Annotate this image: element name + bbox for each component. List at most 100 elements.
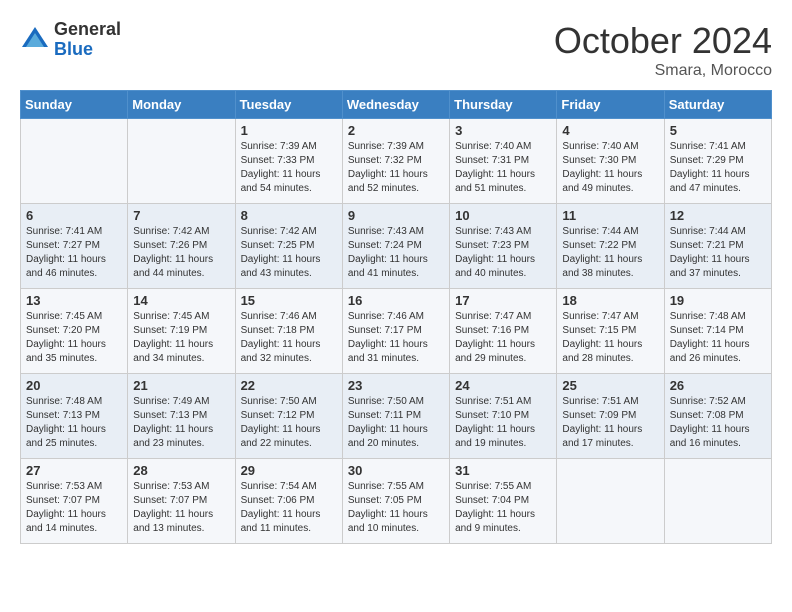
day-number: 9 — [348, 208, 444, 223]
day-number: 30 — [348, 463, 444, 478]
day-info: Sunrise: 7:53 AM Sunset: 7:07 PM Dayligh… — [26, 480, 122, 536]
day-info: Sunrise: 7:45 AM Sunset: 7:20 PM Dayligh… — [26, 310, 122, 366]
calendar-cell: 6 Sunrise: 7:41 AM Sunset: 7:27 PM Daylig… — [21, 204, 128, 289]
calendar-cell — [21, 119, 128, 204]
day-info: Sunrise: 7:40 AM Sunset: 7:31 PM Dayligh… — [455, 140, 551, 196]
calendar-cell: 14 Sunrise: 7:45 AM Sunset: 7:19 PM Dayli… — [128, 289, 235, 374]
day-number: 20 — [26, 378, 122, 393]
calendar-cell: 29 Sunrise: 7:54 AM Sunset: 7:06 PM Dayli… — [235, 459, 342, 544]
day-info: Sunrise: 7:47 AM Sunset: 7:16 PM Dayligh… — [455, 310, 551, 366]
day-number: 1 — [241, 123, 337, 138]
logo-icon — [20, 25, 50, 55]
day-number: 27 — [26, 463, 122, 478]
day-info: Sunrise: 7:52 AM Sunset: 7:08 PM Dayligh… — [670, 395, 766, 451]
location: Smara, Morocco — [554, 62, 772, 80]
calendar-cell: 13 Sunrise: 7:45 AM Sunset: 7:20 PM Dayli… — [21, 289, 128, 374]
calendar-cell: 25Sunrise: 7:51 AM Sunset: 7:09 PM Dayli… — [557, 374, 664, 459]
calendar-cell: 8 Sunrise: 7:42 AM Sunset: 7:25 PM Daylig… — [235, 204, 342, 289]
day-info: Sunrise: 7:46 AM Sunset: 7:18 PM Dayligh… — [241, 310, 337, 366]
calendar-cell: 15Sunrise: 7:46 AM Sunset: 7:18 PM Dayli… — [235, 289, 342, 374]
day-number: 31 — [455, 463, 551, 478]
calendar-cell: 1 Sunrise: 7:39 AM Sunset: 7:33 PM Daylig… — [235, 119, 342, 204]
day-number: 14 — [133, 293, 229, 308]
day-info: Sunrise: 7:43 AM Sunset: 7:23 PM Dayligh… — [455, 225, 551, 281]
calendar-cell: 31 Sunrise: 7:55 AM Sunset: 7:04 PM Dayli… — [450, 459, 557, 544]
week-row-2: 6 Sunrise: 7:41 AM Sunset: 7:27 PM Daylig… — [21, 204, 772, 289]
week-row-3: 13 Sunrise: 7:45 AM Sunset: 7:20 PM Dayli… — [21, 289, 772, 374]
day-info: Sunrise: 7:46 AM Sunset: 7:17 PM Dayligh… — [348, 310, 444, 366]
day-info: Sunrise: 7:41 AM Sunset: 7:27 PM Dayligh… — [26, 225, 122, 281]
day-info: Sunrise: 7:47 AM Sunset: 7:15 PM Dayligh… — [562, 310, 658, 366]
day-header-monday: Monday — [128, 91, 235, 119]
day-number: 11 — [562, 208, 658, 223]
day-info: Sunrise: 7:39 AM Sunset: 7:33 PM Dayligh… — [241, 140, 337, 196]
day-header-wednesday: Wednesday — [342, 91, 449, 119]
day-info: Sunrise: 7:42 AM Sunset: 7:25 PM Dayligh… — [241, 225, 337, 281]
day-info: Sunrise: 7:40 AM Sunset: 7:30 PM Dayligh… — [562, 140, 658, 196]
header-row: SundayMondayTuesdayWednesdayThursdayFrid… — [21, 91, 772, 119]
day-info: Sunrise: 7:49 AM Sunset: 7:13 PM Dayligh… — [133, 395, 229, 451]
day-info: Sunrise: 7:42 AM Sunset: 7:26 PM Dayligh… — [133, 225, 229, 281]
calendar-cell: 5 Sunrise: 7:41 AM Sunset: 7:29 PM Daylig… — [664, 119, 771, 204]
day-info: Sunrise: 7:55 AM Sunset: 7:04 PM Dayligh… — [455, 480, 551, 536]
calendar-cell: 24 Sunrise: 7:51 AM Sunset: 7:10 PM Dayli… — [450, 374, 557, 459]
calendar-cell: 27 Sunrise: 7:53 AM Sunset: 7:07 PM Dayli… — [21, 459, 128, 544]
calendar-cell: 28 Sunrise: 7:53 AM Sunset: 7:07 PM Dayli… — [128, 459, 235, 544]
calendar-cell — [664, 459, 771, 544]
day-info: Sunrise: 7:39 AM Sunset: 7:32 PM Dayligh… — [348, 140, 444, 196]
calendar-cell: 3 Sunrise: 7:40 AM Sunset: 7:31 PM Daylig… — [450, 119, 557, 204]
day-number: 7 — [133, 208, 229, 223]
calendar-cell: 11Sunrise: 7:44 AM Sunset: 7:22 PM Dayli… — [557, 204, 664, 289]
day-number: 8 — [241, 208, 337, 223]
day-header-thursday: Thursday — [450, 91, 557, 119]
calendar-cell: 10 Sunrise: 7:43 AM Sunset: 7:23 PM Dayli… — [450, 204, 557, 289]
day-number: 18 — [562, 293, 658, 308]
calendar-cell: 22 Sunrise: 7:50 AM Sunset: 7:12 PM Dayli… — [235, 374, 342, 459]
day-info: Sunrise: 7:54 AM Sunset: 7:06 PM Dayligh… — [241, 480, 337, 536]
calendar-cell: 9 Sunrise: 7:43 AM Sunset: 7:24 PM Daylig… — [342, 204, 449, 289]
calendar-table: SundayMondayTuesdayWednesdayThursdayFrid… — [20, 90, 772, 544]
day-number: 24 — [455, 378, 551, 393]
day-info: Sunrise: 7:41 AM Sunset: 7:29 PM Dayligh… — [670, 140, 766, 196]
day-number: 19 — [670, 293, 766, 308]
day-number: 29 — [241, 463, 337, 478]
day-header-friday: Friday — [557, 91, 664, 119]
day-number: 16 — [348, 293, 444, 308]
calendar-cell: 20Sunrise: 7:48 AM Sunset: 7:13 PM Dayli… — [21, 374, 128, 459]
calendar-cell: 30Sunrise: 7:55 AM Sunset: 7:05 PM Dayli… — [342, 459, 449, 544]
day-number: 6 — [26, 208, 122, 223]
week-row-5: 27 Sunrise: 7:53 AM Sunset: 7:07 PM Dayli… — [21, 459, 772, 544]
calendar-cell: 18 Sunrise: 7:47 AM Sunset: 7:15 PM Dayli… — [557, 289, 664, 374]
day-number: 4 — [562, 123, 658, 138]
day-number: 26 — [670, 378, 766, 393]
day-info: Sunrise: 7:53 AM Sunset: 7:07 PM Dayligh… — [133, 480, 229, 536]
calendar-cell: 19Sunrise: 7:48 AM Sunset: 7:14 PM Dayli… — [664, 289, 771, 374]
calendar-cell — [557, 459, 664, 544]
day-number: 22 — [241, 378, 337, 393]
logo-text: General Blue — [54, 20, 121, 60]
calendar-cell: 2 Sunrise: 7:39 AM Sunset: 7:32 PM Daylig… — [342, 119, 449, 204]
calendar-cell: 17 Sunrise: 7:47 AM Sunset: 7:16 PM Dayli… — [450, 289, 557, 374]
logo-line1: General — [54, 20, 121, 40]
calendar-cell: 7 Sunrise: 7:42 AM Sunset: 7:26 PM Daylig… — [128, 204, 235, 289]
day-info: Sunrise: 7:45 AM Sunset: 7:19 PM Dayligh… — [133, 310, 229, 366]
day-number: 23 — [348, 378, 444, 393]
week-row-1: 1 Sunrise: 7:39 AM Sunset: 7:33 PM Daylig… — [21, 119, 772, 204]
day-info: Sunrise: 7:51 AM Sunset: 7:10 PM Dayligh… — [455, 395, 551, 451]
day-number: 2 — [348, 123, 444, 138]
day-number: 17 — [455, 293, 551, 308]
calendar-cell: 21Sunrise: 7:49 AM Sunset: 7:13 PM Dayli… — [128, 374, 235, 459]
logo: General Blue — [20, 20, 121, 60]
day-number: 28 — [133, 463, 229, 478]
day-number: 3 — [455, 123, 551, 138]
calendar-cell — [128, 119, 235, 204]
day-number: 13 — [26, 293, 122, 308]
day-header-saturday: Saturday — [664, 91, 771, 119]
day-info: Sunrise: 7:50 AM Sunset: 7:12 PM Dayligh… — [241, 395, 337, 451]
calendar-cell: 12Sunrise: 7:44 AM Sunset: 7:21 PM Dayli… — [664, 204, 771, 289]
day-info: Sunrise: 7:43 AM Sunset: 7:24 PM Dayligh… — [348, 225, 444, 281]
title-section: October 2024 Smara, Morocco — [554, 20, 772, 80]
day-info: Sunrise: 7:50 AM Sunset: 7:11 PM Dayligh… — [348, 395, 444, 451]
day-number: 10 — [455, 208, 551, 223]
day-number: 5 — [670, 123, 766, 138]
